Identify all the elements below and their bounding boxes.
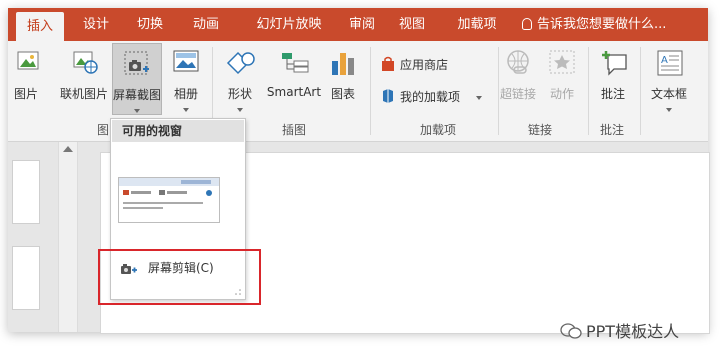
illustrations-group-label: 插图 bbox=[281, 123, 306, 137]
my-addins-caret-icon bbox=[476, 89, 482, 103]
slide-thumbnail-pane[interactable] bbox=[8, 142, 58, 332]
action-label: 动作 bbox=[549, 87, 574, 101]
photo-album-label: 相册 bbox=[173, 87, 198, 101]
chart-label: 图表 bbox=[330, 87, 355, 101]
textbox-label: 文本框 bbox=[650, 87, 687, 101]
store-label: 应用商店 bbox=[400, 58, 449, 72]
action-star-icon bbox=[549, 50, 575, 74]
screenshot-icon bbox=[124, 51, 149, 75]
thumbnail-scrollbar[interactable] bbox=[58, 142, 78, 332]
photo-album-icon bbox=[173, 50, 199, 72]
addins-group-label: 加载项 bbox=[419, 123, 456, 137]
tab-animations[interactable]: 动画 bbox=[184, 8, 228, 41]
comments-group-label: 批注 bbox=[599, 123, 624, 137]
picture-icon bbox=[17, 51, 39, 70]
chart-button[interactable]: 图表 bbox=[326, 45, 360, 105]
links-group-label: 链接 bbox=[527, 123, 552, 137]
online-pictures-button[interactable]: 联机图片 bbox=[56, 45, 112, 105]
tab-view[interactable]: 视图 bbox=[392, 8, 432, 41]
ribbon-tab-bar: 插入 设计 切换 动画 幻灯片放映 审阅 视图 加载项 告诉我您想要做什么... bbox=[8, 8, 708, 41]
pictures-label: 图片 bbox=[13, 87, 38, 101]
tell-me-text: 告诉我您想要做什么... bbox=[537, 17, 667, 32]
window-preview-image bbox=[119, 178, 219, 209]
photo-album-caret-icon bbox=[168, 101, 204, 115]
hyperlink-label: 超链接 bbox=[499, 87, 536, 101]
my-addins-button[interactable]: 我的加载项 bbox=[380, 87, 490, 107]
smartart-icon bbox=[282, 53, 309, 73]
my-addins-label: 我的加载项 bbox=[400, 90, 461, 104]
textbox-caret-icon bbox=[644, 101, 694, 115]
screenshot-label: 屏幕截图 bbox=[113, 88, 162, 102]
slide-thumbnail[interactable] bbox=[12, 246, 40, 310]
group-separator bbox=[588, 47, 589, 135]
wechat-icon bbox=[560, 323, 582, 339]
tab-design[interactable]: 设计 bbox=[74, 8, 118, 41]
hyperlink-globe-icon bbox=[507, 50, 529, 74]
comment-label: 批注 bbox=[600, 87, 625, 101]
group-separator bbox=[640, 47, 641, 135]
available-windows-header: 可用的视窗 bbox=[112, 120, 244, 142]
pictures-button[interactable]: 图片 bbox=[10, 45, 42, 105]
store-bag-icon bbox=[382, 56, 394, 71]
action-button[interactable]: 动作 bbox=[544, 45, 580, 105]
scroll-up-arrow-icon[interactable] bbox=[63, 146, 73, 152]
online-picture-icon bbox=[73, 51, 98, 74]
tab-review[interactable]: 审阅 bbox=[342, 8, 382, 41]
chart-icon bbox=[332, 53, 354, 75]
tab-insert[interactable]: 插入 bbox=[16, 12, 64, 41]
watermark: PPT模板达人 bbox=[560, 318, 679, 342]
screenshot-button[interactable]: 屏幕截图 bbox=[112, 43, 162, 115]
shapes-button[interactable]: 形状 bbox=[222, 45, 258, 117]
smartart-label: SmartArt bbox=[266, 85, 322, 99]
tell-me-box[interactable]: 告诉我您想要做什么... bbox=[522, 8, 666, 41]
screenshot-caret-icon bbox=[113, 102, 161, 116]
highlight-box bbox=[98, 249, 261, 305]
photo-album-button[interactable]: 相册 bbox=[168, 45, 204, 117]
group-separator bbox=[370, 47, 371, 135]
smartart-button[interactable]: SmartArt bbox=[264, 45, 324, 105]
lightbulb-icon bbox=[522, 18, 532, 30]
shapes-caret-icon bbox=[222, 101, 258, 115]
hyperlink-button[interactable]: 超链接 bbox=[496, 45, 540, 105]
online-pictures-label: 联机图片 bbox=[59, 87, 108, 101]
watermark-text: PPT模板达人 bbox=[586, 322, 680, 341]
addins-icon bbox=[383, 89, 393, 103]
available-window-thumbnail[interactable] bbox=[118, 177, 220, 223]
comment-button[interactable]: 批注 bbox=[594, 45, 632, 105]
svg-text:A: A bbox=[661, 55, 668, 66]
store-button[interactable]: 应用商店 bbox=[380, 55, 460, 75]
tab-slideshow[interactable]: 幻灯片放映 bbox=[244, 8, 334, 41]
slide-thumbnail[interactable] bbox=[12, 160, 40, 224]
textbox-icon: A bbox=[657, 50, 683, 76]
textbox-button[interactable]: A 文本框 bbox=[644, 45, 694, 117]
comment-icon bbox=[602, 51, 627, 76]
shapes-icon bbox=[226, 51, 255, 75]
tab-addins[interactable]: 加载项 bbox=[448, 8, 506, 41]
shapes-label: 形状 bbox=[227, 87, 252, 101]
tab-transitions[interactable]: 切换 bbox=[128, 8, 172, 41]
